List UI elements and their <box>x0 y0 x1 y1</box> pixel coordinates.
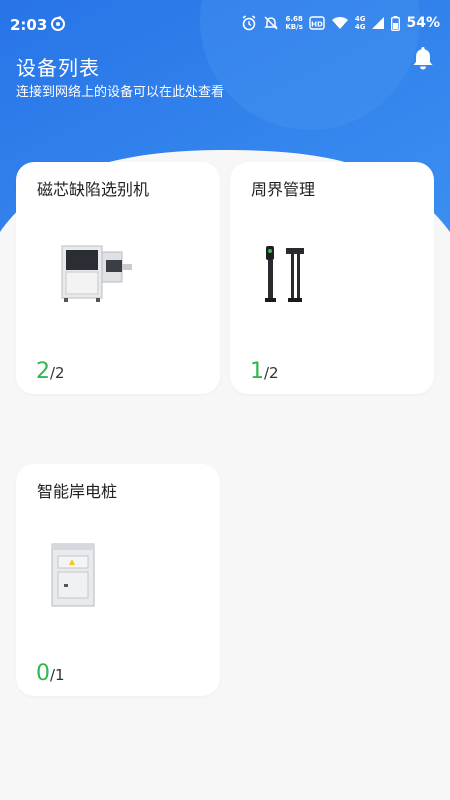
signal-type: 4G 4G <box>355 15 366 31</box>
device-name: 磁芯缺陷选别机 <box>37 180 150 199</box>
sync-icon <box>51 16 65 31</box>
page-title: 设备列表 <box>16 56 100 80</box>
net-speed: 6.68 KB/s <box>285 15 302 31</box>
online-count: 1 <box>250 359 264 384</box>
device-name: 周界管理 <box>251 180 316 199</box>
hd-icon: HD <box>309 16 325 30</box>
total-count: /2 <box>50 364 65 382</box>
alarm-icon <box>242 15 256 31</box>
power-cabinet-icon <box>51 543 95 607</box>
status-bar: 2:03 6.68 KB/s HD 4G 4G 54% <box>0 0 450 48</box>
svg-text:HD: HD <box>311 21 323 29</box>
wifi-icon <box>331 16 348 29</box>
gate-barrier-icon <box>265 246 304 302</box>
battery-icon <box>391 15 401 31</box>
signal-label-top: 4G <box>354 15 366 23</box>
status-time: 2:03 <box>10 16 48 34</box>
device-online-count: 2/2 <box>36 359 65 384</box>
device-card-sorting-machine[interactable]: 磁芯缺陷选别机 2/2 <box>16 162 220 394</box>
status-icons: 6.68 KB/s HD 4G 4G 54% <box>241 15 440 31</box>
signal-label-bottom: 4G <box>354 23 366 31</box>
battery-percent: 54% <box>406 15 440 31</box>
notification-bell-icon[interactable] <box>411 45 435 71</box>
sorting-machine-icon <box>61 245 132 302</box>
mute-icon <box>264 16 279 30</box>
online-count: 2 <box>36 359 50 384</box>
device-online-count: 1/2 <box>250 359 279 384</box>
online-count: 0 <box>36 661 50 686</box>
page-subtitle: 连接到网络上的设备可以在此处查看 <box>16 85 225 100</box>
device-card-shore-power[interactable]: 智能岸电桩 0/1 <box>16 464 220 696</box>
net-speed-unit: KB/s <box>285 23 303 31</box>
signal-icon <box>372 17 385 29</box>
total-count: /1 <box>50 666 65 684</box>
device-name: 智能岸电桩 <box>37 482 118 501</box>
device-card-perimeter[interactable]: 周界管理 1/2 <box>230 162 434 394</box>
device-online-count: 0/1 <box>36 661 65 686</box>
net-speed-value: 6.68 <box>285 15 303 23</box>
total-count: /2 <box>264 364 279 382</box>
